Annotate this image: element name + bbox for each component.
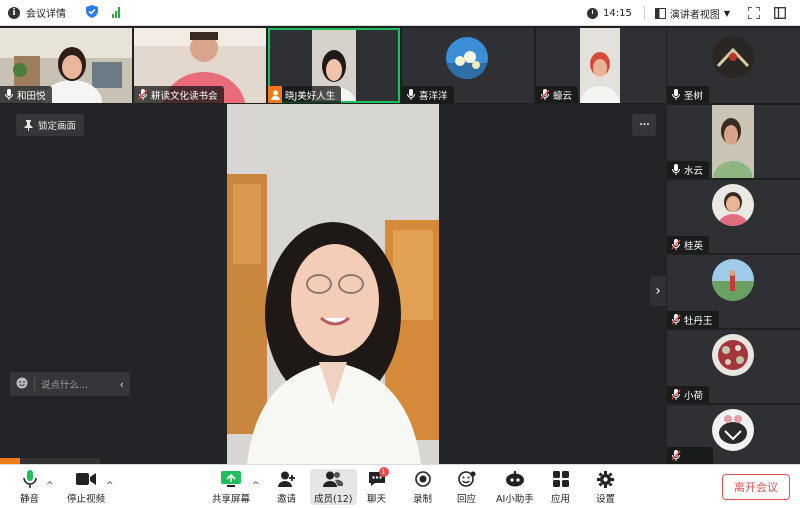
video-tile-participant[interactable]: 水云 — [667, 105, 800, 178]
share-screen-button[interactable]: 共享屏幕 — [212, 469, 250, 505]
stop-video-button[interactable]: 停止视频 — [67, 469, 105, 505]
video-tile-participant[interactable]: 蠔云 — [536, 28, 666, 103]
ai-assistant-button[interactable]: AI小助手 — [496, 469, 534, 505]
video-tile-participant[interactable]: 桂英 — [667, 180, 800, 253]
chevron-down-icon: ▼ — [723, 8, 730, 18]
microphone-muted-icon — [670, 314, 681, 326]
participant-name-tag: 水云 — [667, 161, 710, 178]
host-icon — [268, 86, 282, 103]
fullscreen-icon[interactable] — [748, 7, 760, 19]
participant-avatar — [712, 334, 754, 376]
chat-input-box[interactable]: 说点什么... ‹ — [10, 372, 130, 396]
participant-avatar — [712, 409, 754, 451]
chevron-up-icon[interactable]: ^ — [46, 481, 54, 491]
info-icon[interactable]: i — [8, 6, 20, 19]
video-tile-participant[interactable]: 圣树 — [667, 28, 800, 103]
chat-button[interactable]: 1 聊天 — [367, 467, 389, 505]
add-user-icon — [277, 469, 296, 489]
microphone-icon — [405, 89, 416, 101]
participant-name-tag: 桂英 — [667, 236, 710, 253]
settings-button[interactable]: 设置 — [596, 469, 615, 505]
meeting-details-title[interactable]: 会议详情 — [26, 5, 66, 20]
participant-avatar — [712, 259, 754, 301]
participant-name-tag: 牡丹王 — [667, 311, 719, 328]
more-options-button[interactable]: ··· — [632, 114, 656, 136]
clock-icon — [587, 7, 599, 19]
microphone-muted-icon — [670, 239, 681, 251]
video-camera-icon — [76, 469, 96, 489]
reaction-icon — [457, 469, 476, 489]
layout-icon — [654, 7, 666, 19]
participant-name-tag: 耕读文化读书会 — [134, 86, 224, 103]
apps-button[interactable]: 应用 — [551, 469, 570, 505]
participant-name-tag: 蠔云 — [536, 86, 579, 103]
participant-name-tag: 圣树 — [667, 86, 710, 103]
microphone-icon — [670, 164, 681, 176]
microphone-muted-icon — [670, 389, 681, 401]
security-shield-icon[interactable] — [86, 4, 98, 21]
participant-name-tag: 喜洋洋 — [402, 86, 454, 103]
title-bar: i 会议详情 14:15 演讲者视图 ▼ — [0, 0, 800, 26]
network-signal-icon[interactable] — [112, 7, 120, 18]
video-tile-participant[interactable]: 小荷 — [667, 330, 800, 403]
lock-view-button[interactable]: 锁定画面 — [16, 114, 85, 136]
next-page-button[interactable]: › — [650, 276, 666, 306]
active-speaker-video — [227, 104, 439, 464]
pin-icon — [24, 119, 33, 131]
participant-avatar — [712, 184, 754, 226]
chat-placeholder: 说点什么... — [41, 380, 89, 391]
microphone-icon — [22, 469, 37, 489]
divider — [643, 6, 645, 20]
mute-button[interactable]: 静音 — [20, 469, 39, 505]
microphone-muted-icon — [539, 89, 550, 101]
video-tile-participant[interactable]: 牡丹王 — [667, 255, 800, 328]
video-tile-participant[interactable]: 耕读文化读书会 — [134, 28, 266, 103]
chat-icon: 1 — [368, 467, 389, 489]
apps-grid-icon — [552, 469, 569, 489]
microphone-icon — [670, 89, 681, 101]
participant-name-tag — [667, 447, 713, 464]
microphone-muted-icon — [670, 450, 681, 462]
emoji-icon[interactable] — [16, 377, 28, 392]
reaction-button[interactable]: 回应 — [457, 469, 476, 505]
members-icon — [323, 469, 344, 489]
divider — [34, 377, 35, 391]
main-video-area: 锁定画面 ··· 说点什么... ‹ › — [0, 104, 666, 464]
ai-assistant-icon — [505, 469, 525, 489]
share-screen-icon — [221, 469, 241, 489]
meeting-clock: 14:15 — [587, 7, 632, 19]
meeting-toolbar: 静音 ^ 停止视频 ^ 共享屏幕 ^ 邀请 成员(12) 1 聊天 录制 回应 … — [0, 464, 800, 508]
microphone-icon — [3, 89, 14, 101]
gear-icon — [597, 469, 614, 489]
view-mode-label: 演讲者视图 — [669, 9, 720, 21]
participant-avatar — [446, 37, 488, 79]
record-button[interactable]: 录制 — [413, 469, 432, 505]
video-tile-participant[interactable]: 和田悦 — [0, 28, 132, 103]
video-tile-participant[interactable]: 喜洋洋 — [402, 28, 534, 103]
participant-avatar — [712, 36, 754, 78]
clock-time: 14:15 — [603, 7, 632, 19]
view-mode-dropdown[interactable]: 演讲者视图 ▼ — [654, 6, 730, 21]
chevron-right-icon: › — [655, 283, 661, 299]
speaker-video-feed — [227, 104, 439, 464]
video-tile-participant-speaking[interactable]: 晓J美好人生 — [268, 28, 400, 103]
participant-name-tag: 小荷 — [667, 386, 710, 403]
chevron-up-icon[interactable]: ^ — [106, 481, 114, 491]
video-tile-participant[interactable] — [667, 405, 800, 464]
record-icon — [414, 469, 431, 489]
leave-meeting-button[interactable]: 离开会议 — [722, 474, 790, 500]
chevron-up-icon[interactable]: ^ — [252, 481, 260, 491]
participant-name-tag: 和田悦 — [0, 86, 52, 103]
participant-sidebar: 圣树 水云 桂英 牡丹王 小荷 — [667, 26, 800, 464]
unread-badge: 1 — [378, 467, 389, 477]
chevron-left-icon[interactable]: ‹ — [120, 378, 124, 391]
window-icon[interactable] — [774, 7, 786, 19]
microphone-muted-icon — [137, 89, 148, 101]
members-button[interactable]: 成员(12) — [310, 469, 357, 505]
invite-button[interactable]: 邀请 — [277, 469, 296, 505]
participant-name-tag: 晓J美好人生 — [268, 86, 342, 103]
